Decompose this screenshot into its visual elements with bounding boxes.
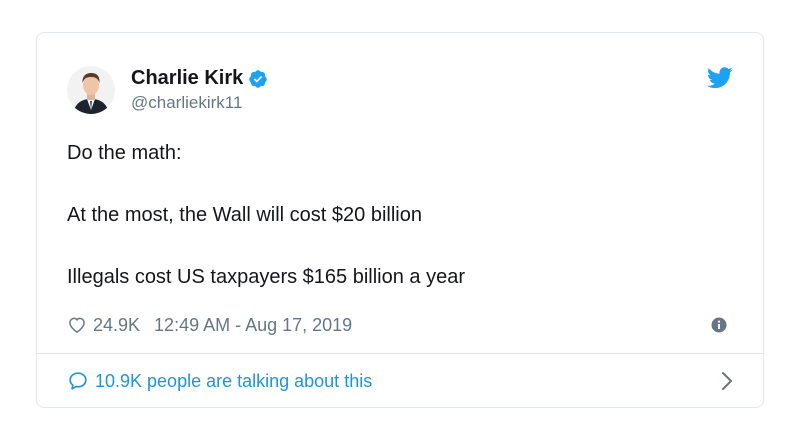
timestamp[interactable]: 12:49 AM - Aug 17, 2019: [154, 315, 352, 336]
avatar[interactable]: [67, 66, 115, 114]
twitter-bird-icon[interactable]: [706, 67, 733, 89]
conversation-link[interactable]: 10.9K people are talking about this: [67, 354, 733, 407]
tweet-header: Charlie Kirk @charliekirk11: [67, 65, 268, 115]
tweet-line: Do the math:: [67, 142, 182, 164]
handle[interactable]: @charliekirk11: [131, 93, 268, 113]
heart-icon[interactable]: [67, 315, 87, 335]
display-name[interactable]: Charlie Kirk: [131, 67, 243, 90]
tweet-card[interactable]: Charlie Kirk @charliekirk11 Do the math:…: [36, 32, 764, 408]
speech-bubble-icon: [67, 370, 89, 392]
tweet-line: At the most, the Wall will cost $20 bill…: [67, 204, 422, 226]
tweet-text: Do the math: At the most, the Wall will …: [67, 141, 727, 327]
chevron-right-icon[interactable]: [721, 371, 733, 391]
tweet-line: Illegals cost US taxpayers $165 billion …: [67, 266, 465, 288]
author-names: Charlie Kirk @charliekirk11: [131, 67, 268, 113]
like-count[interactable]: 24.9K: [93, 315, 140, 336]
tweet-meta: 24.9K 12:49 AM - Aug 17, 2019: [67, 313, 352, 337]
info-icon[interactable]: [711, 317, 727, 333]
conversation-text[interactable]: 10.9K people are talking about this: [95, 371, 372, 392]
verified-badge-icon: [248, 69, 268, 89]
